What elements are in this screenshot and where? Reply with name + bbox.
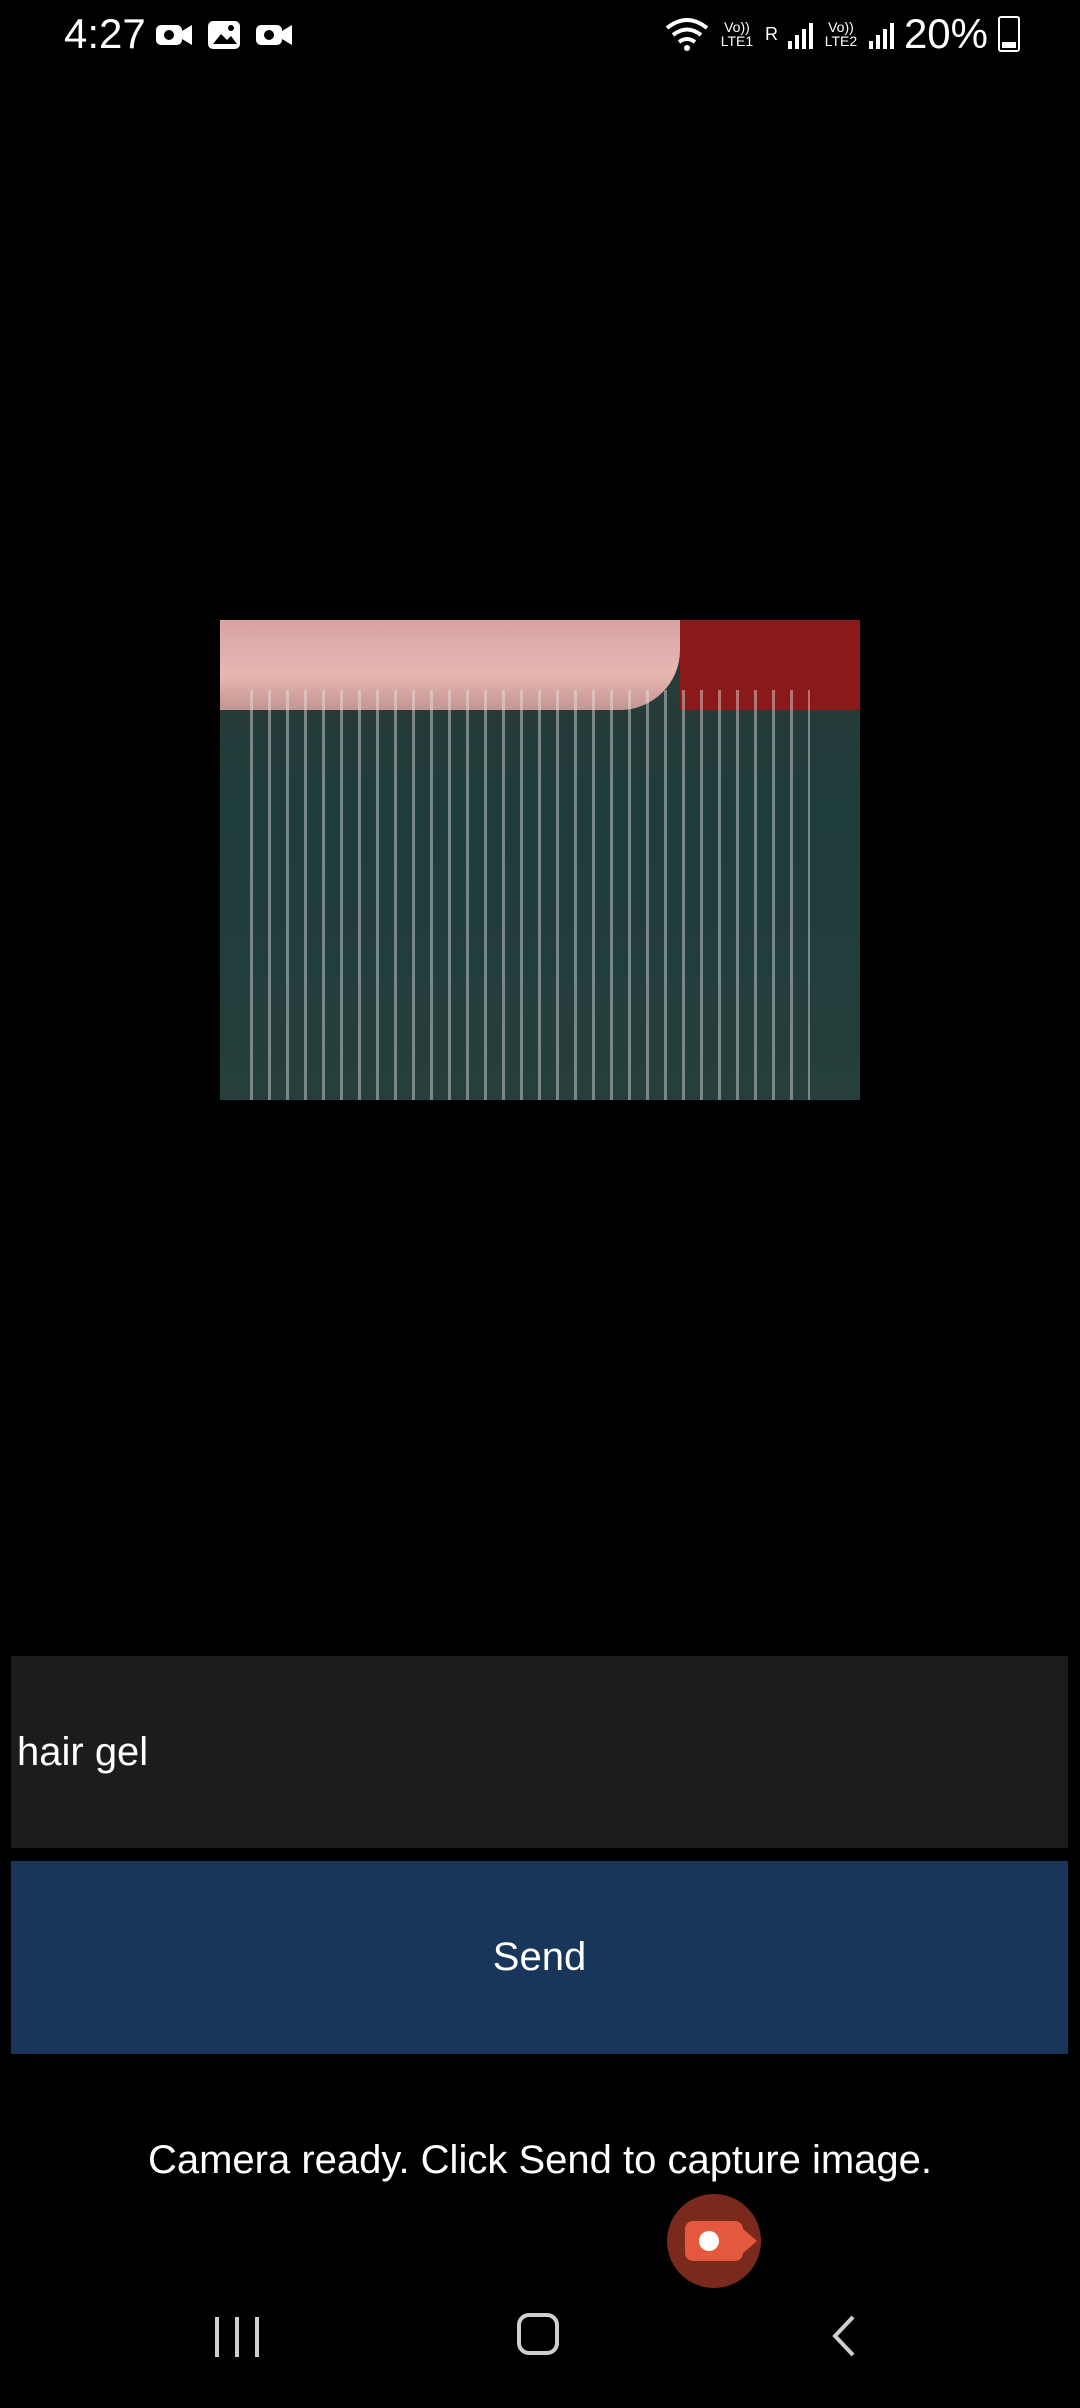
video-camera-icon <box>255 18 293 52</box>
recents-icon[interactable] <box>215 2317 261 2357</box>
battery-icon <box>998 16 1020 52</box>
video-camera-icon <box>155 18 193 52</box>
signal-icon <box>787 19 813 49</box>
camera-preview <box>220 620 860 1100</box>
sim1-label: Vo)) LTE1 <box>720 19 754 49</box>
system-status: Vo)) LTE1 R Vo)) LTE2 20% <box>665 10 1020 58</box>
description-input[interactable] <box>11 1656 1068 1848</box>
gallery-icon <box>205 18 243 52</box>
navigation-bar <box>0 2280 1080 2408</box>
wifi-icon <box>665 18 709 51</box>
status-bar: 4:27 Vo)) LTE1 R Vo)) LTE2 20% <box>0 0 1080 70</box>
send-button[interactable]: Send <box>11 1861 1068 2054</box>
home-icon[interactable] <box>517 2313 559 2355</box>
status-message: Camera ready. Click Send to capture imag… <box>147 2138 933 2182</box>
screen-recorder-icon[interactable] <box>667 2194 761 2288</box>
product-label-text <box>250 690 810 1100</box>
signal-icon <box>868 19 894 49</box>
notification-icons <box>155 18 293 52</box>
back-icon[interactable] <box>825 2313 865 2359</box>
roaming-indicator: R <box>764 24 778 44</box>
clock: 4:27 <box>64 10 146 57</box>
battery-percent: 20% <box>903 10 988 57</box>
sim2-label: Vo)) LTE2 <box>824 19 858 49</box>
